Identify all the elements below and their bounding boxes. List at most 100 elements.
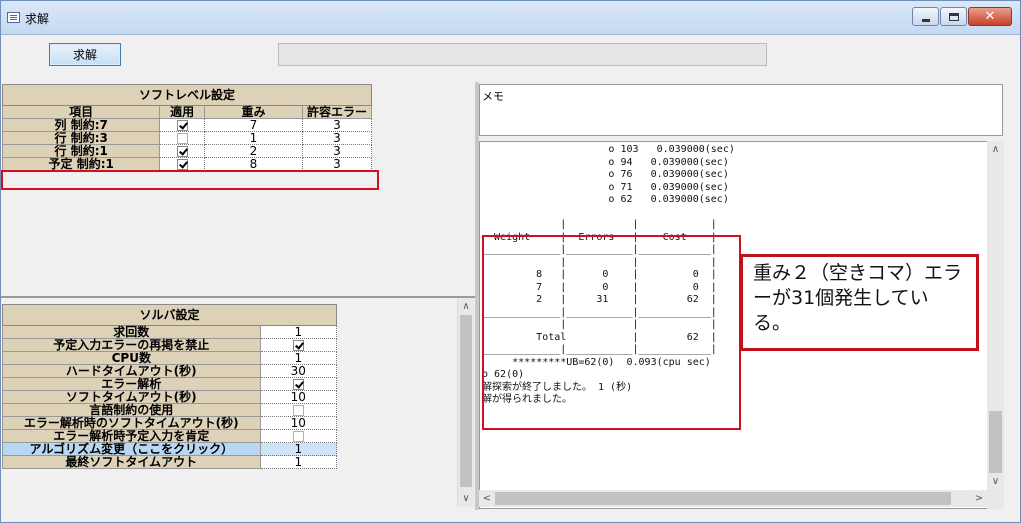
check-cell[interactable] <box>259 338 338 352</box>
row-label: エラー解析時のソフトタイムアウト(秒) <box>2 416 261 430</box>
option-checkbox[interactable] <box>292 405 304 416</box>
status-bar <box>1 510 1020 522</box>
row-label: 予定入力エラーの再掲を禁止 <box>2 338 261 352</box>
row-label: CPU数 <box>2 351 261 365</box>
option-checkbox[interactable] <box>292 431 304 442</box>
scrollbar-thumb[interactable] <box>989 411 1002 473</box>
maximize-icon <box>948 12 959 21</box>
table-row[interactable]: 予定 制約:1 8 3 <box>1 157 373 171</box>
value-cell[interactable]: 1 <box>259 325 338 339</box>
row-label: ハードタイムアウト(秒) <box>2 364 261 378</box>
scroll-up-icon[interactable]: ∧ <box>458 298 474 315</box>
scrollbar-thumb[interactable] <box>495 492 951 505</box>
log-vertical-scrollbar[interactable]: ∧ ∨ <box>987 141 1004 509</box>
apply-cell[interactable] <box>159 131 205 145</box>
row-label[interactable]: アルゴリズム変更（ここをクリック） <box>2 442 261 456</box>
apply-cell[interactable] <box>159 157 205 171</box>
table-row[interactable]: エラー解析時のソフトタイムアウト(秒) 10 <box>2 416 338 430</box>
value-cell[interactable]: 10 <box>259 390 338 404</box>
column-header-apply: 適用 <box>159 105 205 119</box>
weight-cell[interactable]: 8 <box>204 157 303 171</box>
option-checkbox[interactable] <box>292 340 304 351</box>
apply-checkbox[interactable] <box>176 159 188 170</box>
value-cell[interactable]: 1 <box>259 442 338 456</box>
value-cell[interactable]: 1 <box>259 351 338 365</box>
weight-cell[interactable]: 2 <box>204 144 303 158</box>
row-label: 行 制約:3 <box>1 131 161 145</box>
close-icon: ✕ <box>984 9 996 24</box>
scroll-up-icon[interactable]: ∧ <box>987 141 1004 158</box>
progress-bar <box>278 43 767 66</box>
highlight-box-soft-row <box>1 170 379 190</box>
value-cell[interactable]: 30 <box>259 364 338 378</box>
solver-table: ソルバ設定 求回数 1 予定入力エラーの再掲を禁止 CPU数 1 ハードタイムアウト… <box>2 304 338 469</box>
option-checkbox[interactable] <box>292 379 304 390</box>
check-cell[interactable] <box>259 403 338 417</box>
soft-level-table: ソフトレベル設定 項目 適用 重み 許容エラー 列 制約:7 7 3 行 制約:… <box>1 84 373 171</box>
table-row[interactable]: 行 制約:1 2 3 <box>1 144 373 158</box>
title-bar: 求解 ✕ <box>1 1 1020 35</box>
row-label: 行 制約:1 <box>1 144 161 158</box>
solve-window: 求解 ✕ 求解 ソフトレベル設定 項目 適用 重み 許容エラー 列 制約:7 7… <box>0 0 1021 523</box>
weight-cell[interactable]: 7 <box>204 118 303 132</box>
close-button[interactable]: ✕ <box>968 7 1012 26</box>
scrollbar-thumb[interactable] <box>460 315 472 487</box>
tolerance-cell[interactable]: 3 <box>301 131 373 145</box>
solve-button[interactable]: 求解 <box>49 43 121 66</box>
tolerance-cell[interactable]: 3 <box>301 144 373 158</box>
row-label: ソフトタイムアウト(秒) <box>2 390 261 404</box>
apply-checkbox[interactable] <box>176 133 188 144</box>
row-label: 最終ソフトタイムアウト <box>2 455 261 469</box>
row-label: 列 制約:7 <box>1 118 161 132</box>
memo-field[interactable]: メモ <box>479 84 1003 136</box>
value-cell[interactable]: 10 <box>259 416 338 430</box>
annotation-callout: 重み２（空きコマ）エラーが31個発生している。 <box>740 254 979 351</box>
soft-level-title: ソフトレベル設定 <box>2 84 372 106</box>
solver-scrollbar[interactable]: ∧ ∨ <box>457 298 474 507</box>
value-cell[interactable]: 1 <box>259 455 338 469</box>
table-row[interactable]: エラー解析時予定入力を肯定 <box>2 429 338 443</box>
scroll-left-icon[interactable]: < <box>479 490 495 507</box>
apply-checkbox[interactable] <box>176 120 188 131</box>
window-app-icon <box>7 12 20 23</box>
solver-title: ソルバ設定 <box>2 304 337 326</box>
maximize-button[interactable] <box>940 7 967 26</box>
column-header-weight: 重み <box>204 105 303 119</box>
table-row[interactable]: ハードタイムアウト(秒) 30 <box>2 364 338 378</box>
highlight-box-result <box>482 235 741 430</box>
minimize-button[interactable] <box>912 7 939 26</box>
table-row[interactable]: 言語制約の使用 <box>2 403 338 417</box>
row-label: 言語制約の使用 <box>2 403 261 417</box>
table-row[interactable]: ソフトタイムアウト(秒) 10 <box>2 390 338 404</box>
scroll-right-icon[interactable]: > <box>971 490 987 507</box>
scroll-down-icon[interactable]: ∨ <box>987 473 1004 490</box>
row-label: エラー解析時予定入力を肯定 <box>2 429 261 443</box>
row-label: 予定 制約:1 <box>1 157 161 171</box>
table-row[interactable]: エラー解析 <box>2 377 338 391</box>
scroll-down-icon[interactable]: ∨ <box>458 490 474 507</box>
table-row[interactable]: 求回数 1 <box>2 325 338 339</box>
column-header-item: 項目 <box>1 105 161 119</box>
tolerance-cell[interactable]: 3 <box>301 157 373 171</box>
window-title: 求解 <box>25 12 50 26</box>
apply-cell[interactable] <box>159 118 205 132</box>
tolerance-cell[interactable]: 3 <box>301 118 373 132</box>
table-row[interactable]: 列 制約:7 7 3 <box>1 118 373 132</box>
apply-cell[interactable] <box>159 144 205 158</box>
table-row[interactable]: 最終ソフトタイムアウト 1 <box>2 455 338 469</box>
check-cell[interactable] <box>259 429 338 443</box>
apply-checkbox[interactable] <box>176 146 188 157</box>
table-row[interactable]: 行 制約:3 1 3 <box>1 131 373 145</box>
log-horizontal-scrollbar[interactable]: < > <box>479 490 987 507</box>
column-header-tolerance: 許容エラー <box>301 105 373 119</box>
row-label: エラー解析 <box>2 377 261 391</box>
table-row[interactable]: アルゴリズム変更（ここをクリック） 1 <box>2 442 338 456</box>
minimize-icon <box>921 18 930 22</box>
table-row[interactable]: 予定入力エラーの再掲を禁止 <box>2 338 338 352</box>
window-controls: ✕ <box>911 7 1012 26</box>
table-row[interactable]: CPU数 1 <box>2 351 338 365</box>
weight-cell[interactable]: 1 <box>204 131 303 145</box>
check-cell[interactable] <box>259 377 338 391</box>
row-label: 求回数 <box>2 325 261 339</box>
solver-panel: ソルバ設定 求回数 1 予定入力エラーの再掲を禁止 CPU数 1 ハードタイムアウト… <box>1 298 475 521</box>
